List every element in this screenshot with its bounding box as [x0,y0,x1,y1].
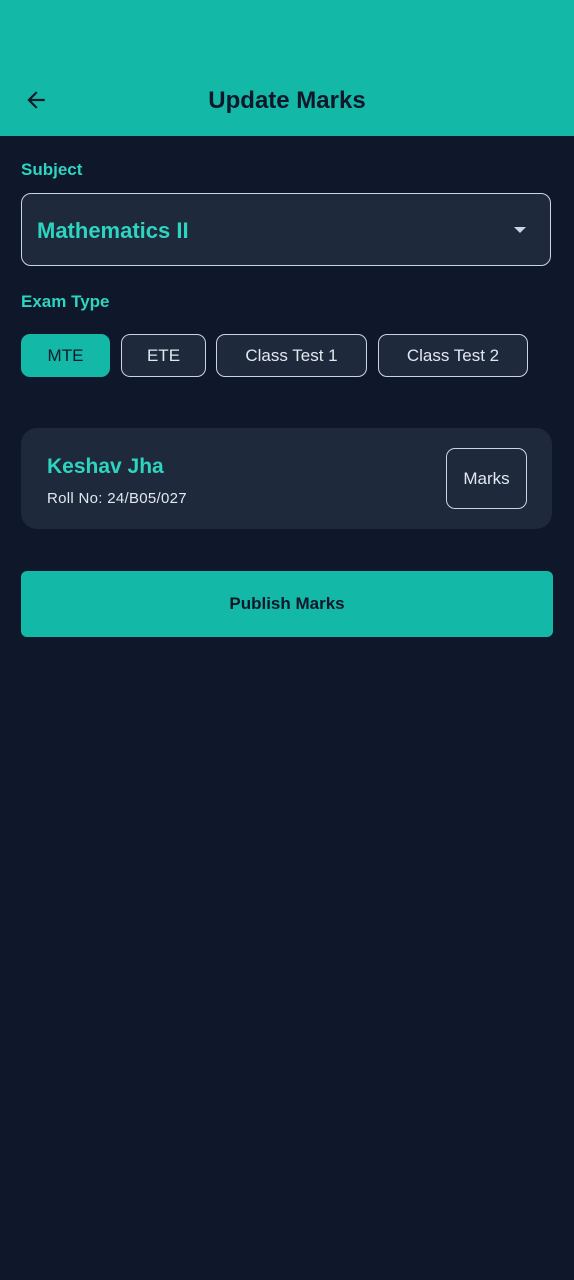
page-title: Update Marks [208,87,366,114]
exam-type-label: Exam Type [21,292,110,311]
caret-down-icon [514,227,526,233]
student-name: Keshav Jha [47,455,164,478]
app-bar: Update Marks [0,0,574,136]
exam-chip-mte[interactable]: MTE [21,334,110,377]
publish-marks-button[interactable]: Publish Marks [21,571,553,637]
marks-button[interactable]: Marks [446,448,527,509]
exam-chip-class-test-1[interactable]: Class Test 1 [216,334,367,377]
subject-dropdown[interactable]: Mathematics II [21,193,551,266]
student-roll-number: Roll No: 24/B05/027 [47,490,187,507]
subject-selected-value: Mathematics II [37,218,189,243]
student-card: Keshav Jha Roll No: 24/B05/027 Marks [21,428,552,529]
exam-chip-ete[interactable]: ETE [121,334,206,377]
subject-label: Subject [21,160,83,179]
exam-chip-class-test-2[interactable]: Class Test 2 [378,334,528,377]
